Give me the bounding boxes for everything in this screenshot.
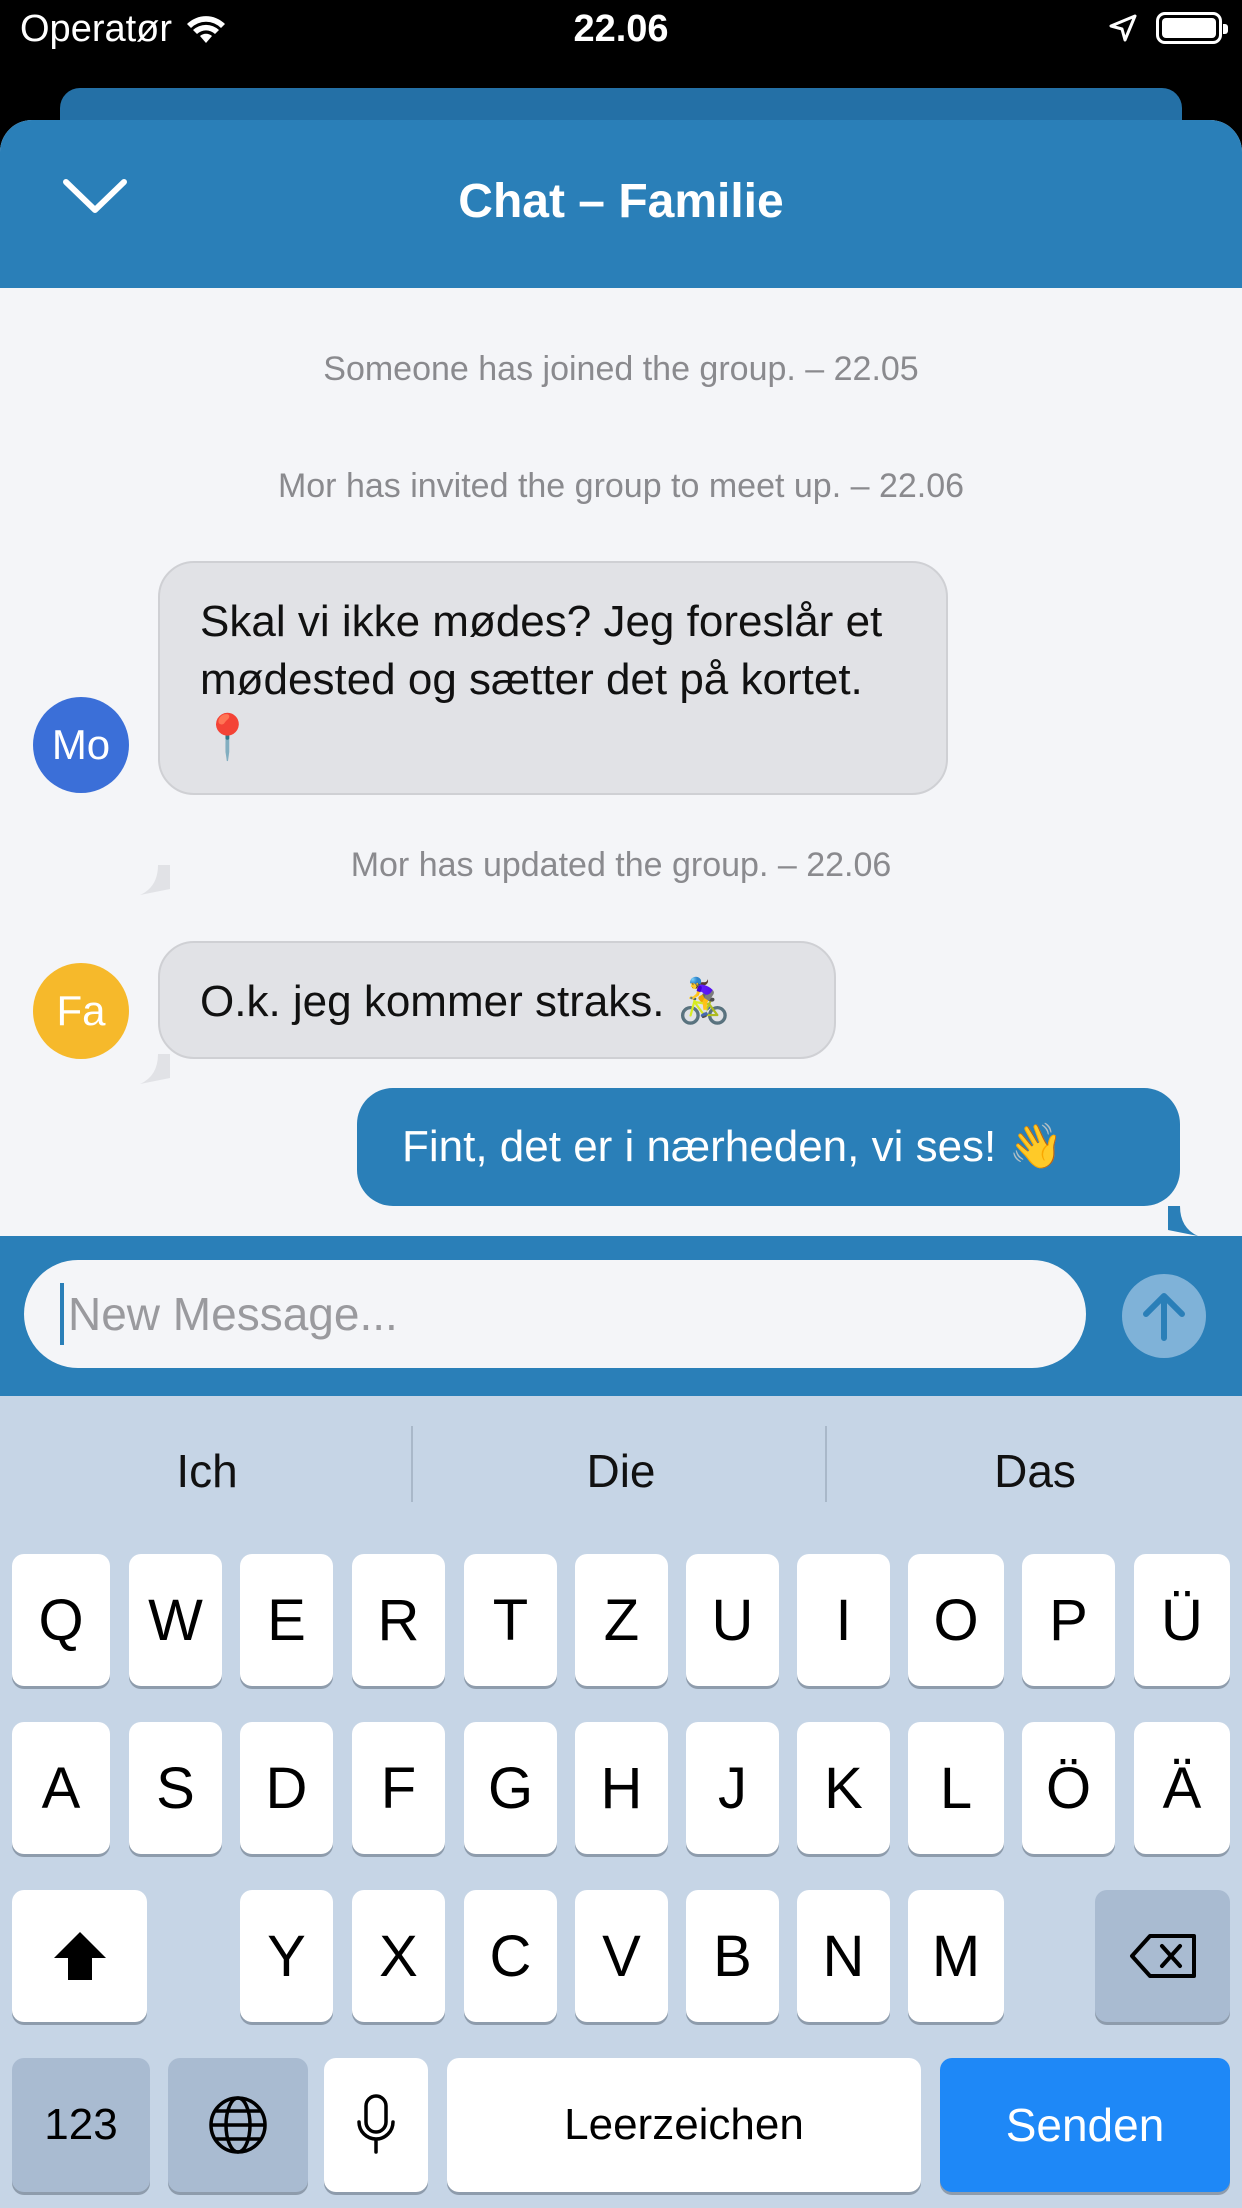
key-ue[interactable]: Ü [1134, 1554, 1230, 1686]
bubble-tail [1168, 1206, 1198, 1236]
battery-icon [1156, 12, 1228, 44]
page-title: Chat – Familie [458, 175, 784, 228]
numbers-key[interactable]: 123 [12, 2058, 150, 2192]
key-m[interactable]: M [908, 1890, 1004, 2022]
key-t[interactable]: T [464, 1554, 557, 1686]
key-r[interactable]: R [352, 1554, 445, 1686]
keyboard: Ich Die Das Q W E R T Z U I O P Ü A S D … [0, 1396, 1242, 2208]
key-y[interactable]: Y [240, 1890, 333, 2022]
globe-key[interactable] [168, 2058, 308, 2192]
key-d[interactable]: D [240, 1722, 333, 1854]
microphone-icon [357, 2094, 395, 2154]
key-v[interactable]: V [575, 1890, 668, 2022]
key-e[interactable]: E [240, 1554, 333, 1686]
key-k[interactable]: K [797, 1722, 890, 1854]
suggestion-item[interactable]: Die [414, 1396, 828, 1518]
shift-key[interactable] [12, 1890, 147, 2022]
key-a[interactable]: A [12, 1722, 110, 1854]
suggestion-bar: Ich Die Das [0, 1396, 1242, 1518]
shift-icon [53, 1932, 106, 1980]
avatar[interactable]: Mo [33, 697, 129, 793]
message-input-placeholder: New Message... [68, 1288, 398, 1340]
message-composer: New Message... [0, 1236, 1242, 1396]
key-i[interactable]: I [797, 1554, 890, 1686]
bubble-tail [140, 1054, 170, 1084]
battery-fill [1162, 18, 1216, 38]
message-bubble[interactable]: O.k. jeg kommer straks. 🚴‍♀️ [158, 941, 836, 1059]
key-n[interactable]: N [797, 1890, 890, 2022]
location-arrow-icon [1109, 14, 1137, 42]
key-x[interactable]: X [352, 1890, 445, 2022]
text-caret [60, 1283, 64, 1345]
suggestion-divider [411, 1426, 413, 1502]
status-indicators [1108, 12, 1228, 44]
key-u[interactable]: U [686, 1554, 779, 1686]
key-l[interactable]: L [908, 1722, 1004, 1854]
key-f[interactable]: F [352, 1722, 445, 1854]
key-h[interactable]: H [575, 1722, 668, 1854]
key-q[interactable]: Q [12, 1554, 110, 1686]
suggestion-item[interactable]: Das [828, 1396, 1242, 1518]
status-time: 22.06 [573, 8, 669, 50]
arrow-up-icon [1143, 1293, 1185, 1341]
key-g[interactable]: G [464, 1722, 557, 1854]
suggestion-item[interactable]: Ich [0, 1396, 414, 1518]
chat-sheet: Chat – Familie Someone has joined the gr… [0, 120, 1242, 1396]
key-c[interactable]: C [464, 1890, 557, 2022]
return-key[interactable]: Senden [940, 2058, 1230, 2192]
suggestion-divider [825, 1426, 827, 1502]
key-o[interactable]: O [908, 1554, 1004, 1686]
key-p[interactable]: P [1022, 1554, 1115, 1686]
message-input[interactable]: New Message... [24, 1260, 1086, 1368]
system-message: Mor has updated the group. – 22.06 [350, 846, 892, 884]
backspace-icon [1129, 1934, 1196, 1978]
message-bubble[interactable]: Fint, det er i nærheden, vi ses! 👋 [357, 1088, 1180, 1206]
globe-icon [209, 2096, 267, 2154]
system-message: Mor has invited the group to meet up. – … [277, 467, 965, 505]
send-button[interactable] [1122, 1274, 1206, 1358]
nav-bar: Chat – Familie [0, 120, 1242, 288]
key-s[interactable]: S [129, 1722, 222, 1854]
status-bar: Operatør 22.06 [0, 0, 1242, 62]
key-w[interactable]: W [129, 1554, 222, 1686]
key-oe[interactable]: Ö [1022, 1722, 1115, 1854]
key-ae[interactable]: Ä [1134, 1722, 1230, 1854]
message-bubble[interactable]: Skal vi ikke mødes? Jeg foreslår et møde… [158, 561, 948, 795]
system-message: Someone has joined the group. – 22.05 [323, 350, 919, 388]
space-key[interactable]: Leerzeichen [447, 2058, 921, 2192]
key-b[interactable]: B [686, 1890, 779, 2022]
delete-key[interactable] [1095, 1890, 1230, 2022]
avatar[interactable]: Fa [33, 963, 129, 1059]
microphone-key[interactable] [324, 2058, 428, 2192]
key-j[interactable]: J [686, 1722, 779, 1854]
key-z[interactable]: Z [575, 1554, 668, 1686]
